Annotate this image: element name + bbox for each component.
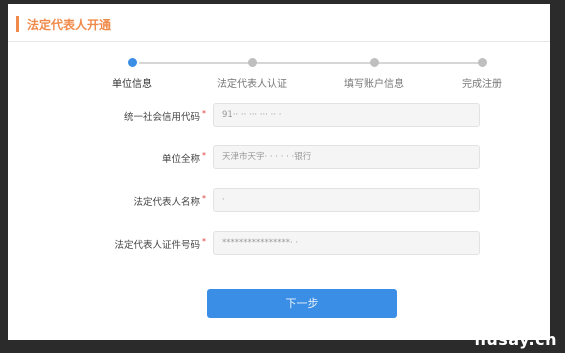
required-mark: * bbox=[202, 109, 206, 118]
step-rep-auth: 法定代表人认证 bbox=[192, 58, 312, 90]
watermark-logo: husay.cn bbox=[474, 330, 557, 349]
unit-name-label: 单位全称 * bbox=[161, 151, 206, 165]
progress-steps: 单位信息 法定代表人认证 填写账户信息 完成注册 bbox=[104, 54, 516, 94]
row-rep-name: 法定代表人名称 * · bbox=[100, 188, 490, 214]
row-credit-code: 统一社会信用代码 * 91·· ·· ··· ··· ·· · bbox=[100, 103, 490, 129]
row-unit-name: 单位全称 * 天津市天宇· · · · · ·银行 bbox=[100, 145, 490, 171]
step-dot bbox=[369, 58, 379, 67]
header-accent-bar bbox=[16, 16, 19, 32]
step-unit-info: 单位信息 bbox=[72, 58, 192, 90]
step-label: 填写账户信息 bbox=[344, 79, 404, 90]
section-header: 法定代表人开通 bbox=[16, 13, 111, 35]
required-mark: * bbox=[202, 237, 206, 246]
step-label: 法定代表人认证 bbox=[217, 79, 287, 90]
header-divider bbox=[8, 41, 550, 42]
required-mark: * bbox=[202, 194, 206, 203]
step-complete: 完成注册 bbox=[422, 58, 542, 90]
step-account-info: 填写账户信息 bbox=[314, 58, 434, 90]
step-dot bbox=[247, 58, 257, 67]
credit-code-input[interactable]: 91·· ·· ··· ··· ·· · bbox=[213, 103, 480, 127]
required-mark: * bbox=[202, 151, 206, 160]
rep-name-label: 法定代表人名称 * bbox=[133, 194, 206, 208]
page-title: 法定代表人开通 bbox=[27, 17, 112, 32]
step-dot bbox=[127, 58, 137, 67]
credit-code-label: 统一社会信用代码 * bbox=[123, 109, 206, 123]
registration-panel: 法定代表人开通 单位信息 法定代表人认证 填写账户信息 完成注册 统一社会信用代… bbox=[8, 4, 550, 340]
step-label: 完成注册 bbox=[462, 79, 502, 90]
rep-name-input[interactable]: · bbox=[213, 188, 480, 212]
rep-id-input[interactable]: ****************· · bbox=[213, 231, 480, 255]
next-step-button[interactable]: 下一步 bbox=[207, 289, 397, 318]
row-rep-id: 法定代表人证件号码 * ****************· · bbox=[100, 231, 490, 257]
step-label: 单位信息 bbox=[112, 79, 152, 90]
step-dot bbox=[477, 58, 487, 67]
rep-id-label: 法定代表人证件号码 * bbox=[114, 237, 206, 251]
unit-name-input[interactable]: 天津市天宇· · · · · ·银行 bbox=[213, 145, 480, 169]
